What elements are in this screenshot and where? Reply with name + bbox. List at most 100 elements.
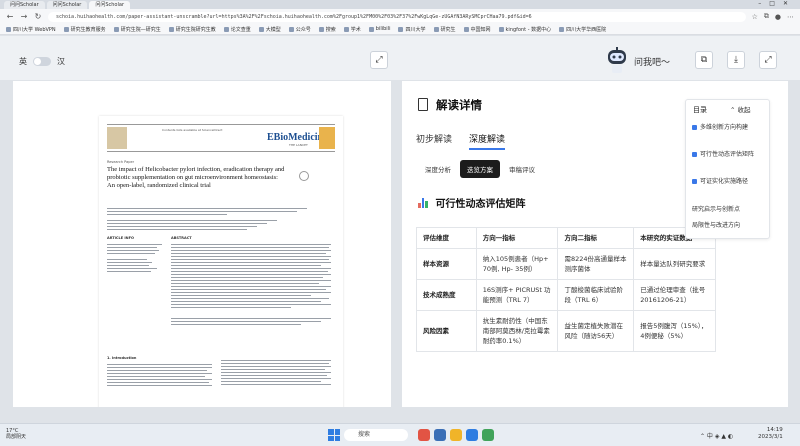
pill-review[interactable]: 审稿评议	[502, 160, 542, 178]
text-line	[171, 262, 331, 264]
clock[interactable]: 14:19 2023/3/1	[758, 427, 783, 441]
text-line	[221, 375, 327, 377]
text-line	[107, 211, 297, 213]
bookmark[interactable]: bilibili	[368, 26, 390, 32]
assistant-robot-icon[interactable]	[604, 46, 630, 76]
table-cell: 报告5例腹泻（15%），4例便秘（5%）	[633, 310, 716, 352]
toc-item[interactable]: 局限性与改进方向	[692, 221, 768, 230]
folder-icon[interactable]	[450, 429, 462, 441]
text-line	[107, 244, 162, 246]
lang-toggle[interactable]	[33, 57, 51, 66]
bookmark-icon	[398, 26, 404, 32]
bookmark[interactable]: 研究生	[433, 26, 456, 33]
bookmark[interactable]: 研究生教育服务	[63, 26, 106, 33]
app-icon[interactable]	[482, 429, 494, 441]
system-tray[interactable]: ⌃ 中 ◈ ▲ ◐	[700, 431, 733, 440]
pill-plan[interactable]: 迭览方案	[460, 160, 500, 178]
app-icon[interactable]	[418, 429, 430, 441]
pdf-viewer[interactable]: Contents lists available at ScienceDirec…	[13, 81, 391, 407]
bookmark[interactable]: 大模型	[258, 26, 281, 33]
table-cell: 技术成熟度	[416, 279, 477, 311]
text-line	[171, 321, 321, 323]
toc-item[interactable]: 研究启示与创新点	[692, 205, 768, 214]
tab-preliminary[interactable]: 初步解读	[416, 132, 452, 150]
toc-item[interactable]: 可行性动态评估矩阵	[692, 150, 768, 159]
star-icon[interactable]: ☆	[752, 13, 758, 21]
browser-icon[interactable]	[466, 429, 478, 441]
address-bar-row: ← → ↻ schoia.huihaohealth.com/paper-assi…	[0, 9, 800, 24]
document-icon	[418, 98, 428, 111]
extensions-icon[interactable]: ⧉	[764, 12, 769, 21]
browser-tab[interactable]: 问问Scholar	[46, 1, 88, 9]
text-line	[171, 286, 331, 288]
bookmark[interactable]: 中国知网	[463, 26, 491, 33]
table-cell: 丁酸梭菌临床试验阶段（TRL 6）	[557, 279, 635, 311]
bookmarks-bar: 四川大学 WebVPN 研究生教育服务 研究生院—研究生 研究生院研究生教 论文…	[0, 24, 800, 35]
text-line	[107, 382, 209, 384]
weather-widget[interactable]: 17°C 局部阴天	[6, 428, 26, 440]
pill-deep-analysis[interactable]: 深度分析	[418, 160, 458, 178]
clock-time: 14:19	[766, 427, 783, 433]
bookmark[interactable]: 公众号	[288, 26, 311, 33]
text-line	[171, 318, 331, 320]
lang-en-label: 英	[19, 57, 27, 66]
table-cell: 样本资源	[416, 248, 477, 280]
bookmark[interactable]: 四川大学华西医院	[559, 26, 606, 33]
bookmark-icon	[63, 26, 69, 32]
taskbar-search[interactable]: 搜索	[344, 429, 408, 441]
toc-item[interactable]: 可证实化实施路径	[692, 177, 768, 186]
text-line	[171, 292, 331, 294]
forward-icon[interactable]: →	[20, 12, 28, 21]
table-cell: 风险因素	[416, 310, 477, 352]
bookmark[interactable]: 四川大学 WebVPN	[6, 26, 56, 33]
toc-item[interactable]: 多维创新方向构建	[692, 123, 768, 132]
bookmark[interactable]: 学术	[343, 26, 361, 33]
tab-in-depth[interactable]: 深度解读	[469, 132, 506, 150]
browser-tab-active[interactable]: 问问Scholar	[89, 1, 131, 9]
browser-tab[interactable]: 问问Scholar	[4, 1, 45, 9]
table-header: 方向一指标	[475, 227, 559, 249]
text-line	[107, 247, 157, 249]
back-icon[interactable]: ←	[6, 12, 14, 21]
start-button[interactable]	[328, 429, 340, 441]
table-header: 方向二指标	[557, 227, 635, 249]
bookmark[interactable]: 研究生院—研究生	[113, 26, 161, 33]
copy-button[interactable]: ⧉	[695, 51, 713, 69]
menu-icon[interactable]: ⋯	[787, 13, 794, 21]
expand-icon: ⤢	[764, 55, 772, 65]
browser-tab-bar: 问问Scholar 问问Scholar 问问Scholar –□✕	[0, 0, 800, 9]
app-icon[interactable]	[434, 429, 446, 441]
text-line	[107, 229, 247, 231]
bookmark-icon	[368, 26, 374, 32]
bookmark[interactable]: 论文查重	[223, 26, 251, 33]
bookmark[interactable]: 研究生院研究生教	[168, 26, 216, 33]
text-line	[221, 369, 325, 371]
bookmark-icon	[433, 26, 439, 32]
interpretation-tabs: 初步解读 深度解读	[416, 132, 506, 150]
download-button[interactable]: ⤓	[727, 51, 745, 69]
profile-icon[interactable]: ●	[775, 13, 781, 21]
fullscreen-pdf-button[interactable]: ⤢	[370, 51, 388, 69]
fullscreen-detail-button[interactable]: ⤢	[759, 51, 777, 69]
ask-me-button[interactable]: 问我吧～	[634, 55, 670, 68]
pdf-contents-line: Contents lists available at ScienceDirec…	[162, 128, 223, 132]
text-line	[107, 223, 267, 225]
bookmark[interactable]: 搜索	[318, 26, 336, 33]
toc-collapse-button[interactable]: ⌃ 收起	[730, 104, 751, 114]
bookmark[interactable]: kingfont - 数据中心	[498, 26, 551, 33]
text-line	[171, 307, 291, 309]
text-line	[171, 324, 301, 326]
table-of-contents: 目录 ⌃ 收起 多维创新方向构建 可行性动态评估矩阵 可证实化实施路径 研究启示…	[685, 99, 770, 239]
pdf-section-heading: 1. Introduction	[107, 356, 137, 360]
elsevier-logo	[107, 127, 127, 149]
text-line	[171, 301, 321, 303]
text-line	[171, 256, 331, 258]
bookmark-icon	[498, 26, 504, 32]
language-switch[interactable]: 英 汉	[19, 56, 65, 67]
bookmark-icon	[288, 26, 294, 32]
window-controls[interactable]: –□✕	[758, 0, 796, 7]
bookmark[interactable]: 四川大学	[398, 26, 426, 33]
url-field[interactable]: schoia.huihaohealth.com/paper-assistant-…	[48, 11, 746, 22]
reload-icon[interactable]: ↻	[34, 12, 42, 21]
table-cell: 16S测序+ PICRUSt 功能预测（TRL 7）	[475, 279, 559, 311]
